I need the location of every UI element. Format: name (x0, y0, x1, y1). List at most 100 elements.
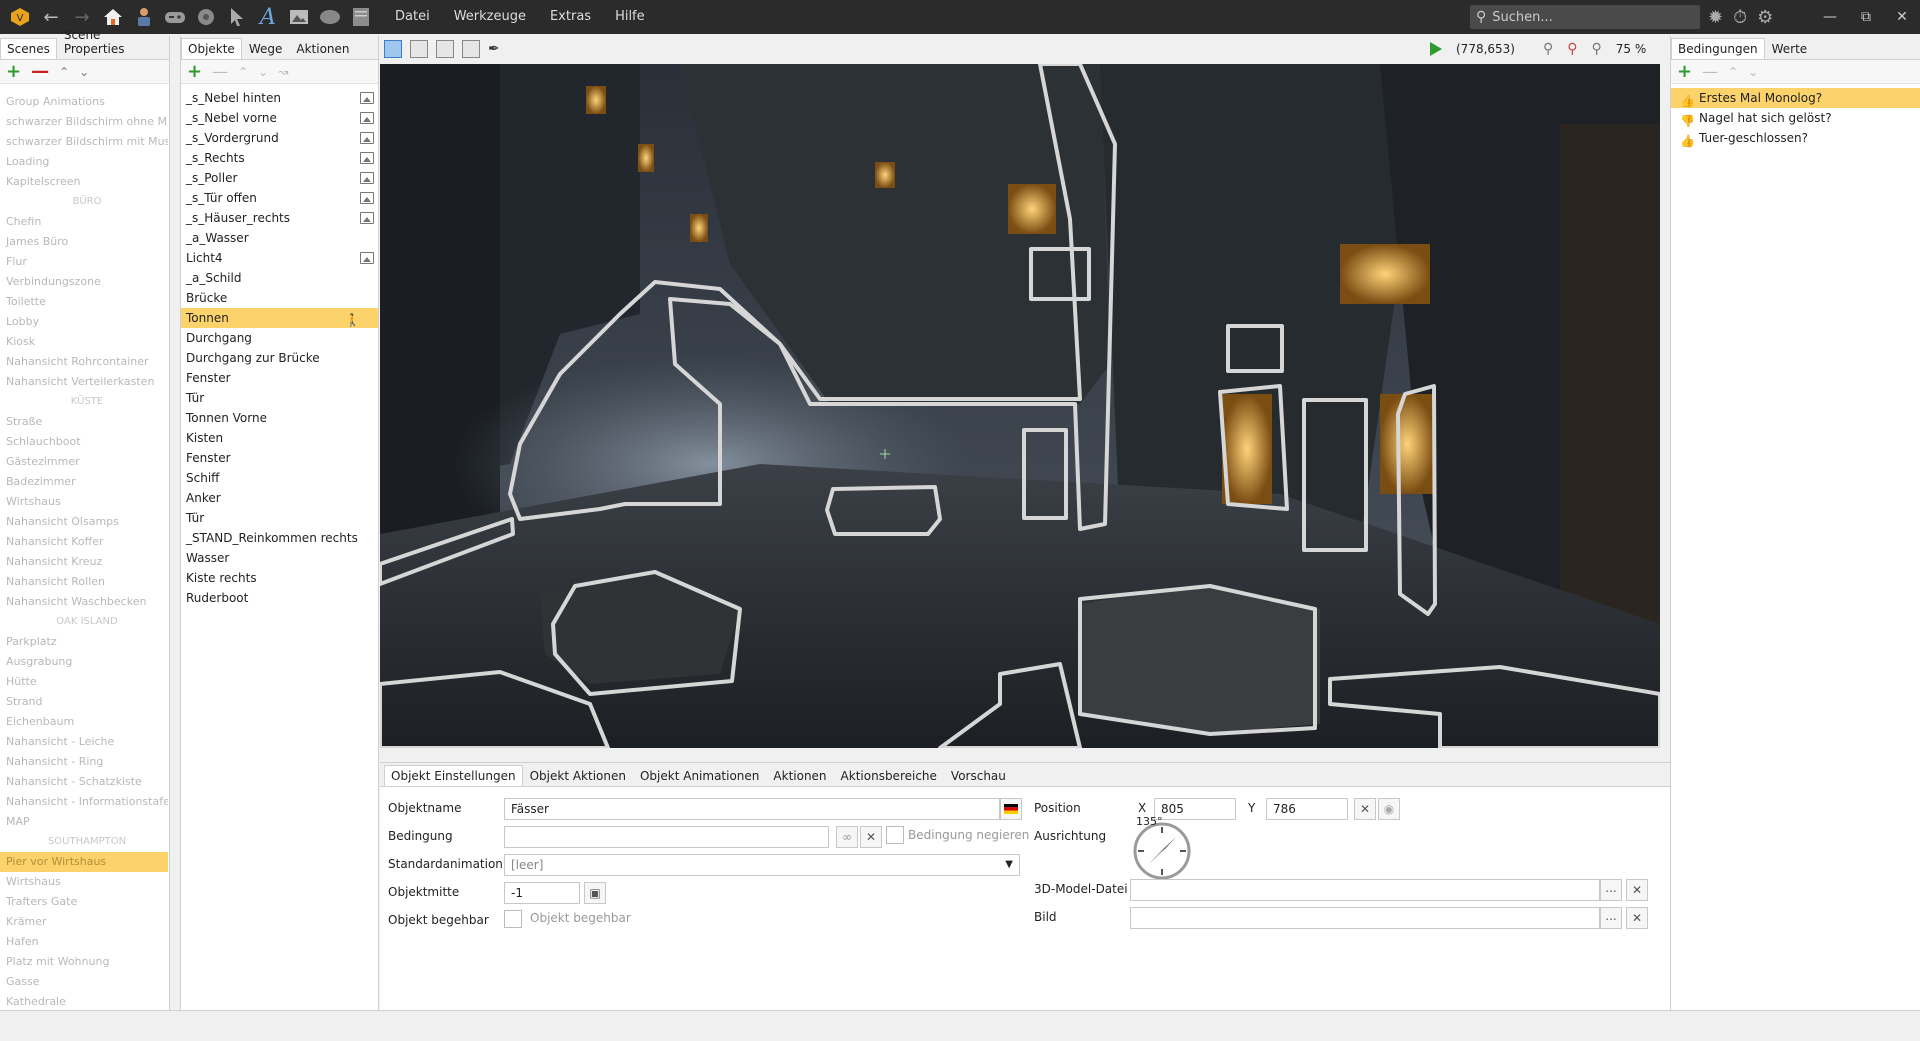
remove-scene-icon[interactable]: — (31, 62, 49, 81)
object-up-icon[interactable]: ⌃ (238, 65, 248, 79)
object-list-item[interactable]: Wasser (181, 548, 378, 568)
scene-item[interactable]: Verbindungszone (0, 272, 168, 292)
objektmitte-input[interactable]: -1 (504, 882, 580, 904)
restore-icon[interactable]: ⧉ (1848, 9, 1884, 25)
scene-item[interactable]: Toilette (0, 292, 168, 312)
scene-item[interactable]: Nahansicht - Schatzkiste (0, 772, 168, 792)
object-list-item[interactable]: Fenster (181, 368, 378, 388)
scene-item[interactable]: Nahansicht - Leiche (0, 732, 168, 752)
object-list-item[interactable]: _s_Rechts (181, 148, 378, 168)
condition-up-icon[interactable]: ⌃ (1728, 65, 1738, 79)
objektname-input[interactable]: Fässer (504, 798, 1000, 820)
scene-item[interactable]: MAP (0, 812, 168, 832)
scene-item[interactable]: Nahansicht - Ring (0, 752, 168, 772)
compass-control[interactable]: 135° (1132, 815, 1192, 880)
scene-item[interactable]: James Büro (0, 232, 168, 252)
object-icon[interactable] (194, 5, 218, 29)
bild-input[interactable] (1130, 907, 1600, 929)
close-icon[interactable]: ✕ (1884, 9, 1920, 25)
scene-item[interactable]: Kapitelscreen (0, 172, 168, 192)
model-input[interactable] (1130, 879, 1600, 901)
font-icon[interactable]: A (256, 5, 280, 30)
gear-icon[interactable]: ⚙ (1757, 7, 1773, 28)
object-list-item[interactable]: _s_Nebel vorne (181, 108, 378, 128)
clear-condition-icon[interactable]: ✕ (860, 826, 882, 848)
scene-item[interactable]: Nahansicht Waschbecken (0, 592, 168, 612)
add-object-icon[interactable]: + (187, 62, 202, 81)
minimize-icon[interactable]: — (1812, 9, 1848, 25)
link-condition-icon[interactable]: ∞ (836, 826, 858, 848)
model-browse-button[interactable]: ... (1600, 879, 1622, 901)
move-up-icon[interactable]: ⌃ (59, 65, 69, 79)
scene-item[interactable]: Straße (0, 412, 168, 432)
bild-clear-icon[interactable]: ✕ (1626, 907, 1648, 929)
scene-item[interactable]: Schlauchboot (0, 432, 168, 452)
object-list-item[interactable]: Tür (181, 388, 378, 408)
scene-item[interactable]: Kathedrale (0, 992, 168, 1010)
scene-item[interactable]: Hafen (0, 932, 168, 952)
scene-item[interactable]: Pier vor Wirtshaus (0, 852, 168, 872)
walk-icon[interactable]: 🚶 (345, 310, 360, 330)
standardanimation-select[interactable]: [leer] ▼ (504, 854, 1020, 876)
tab-scenes[interactable]: Scenes (0, 38, 57, 59)
scene-item[interactable]: Group Animations (0, 92, 168, 112)
scene-item[interactable]: Gästezimmer (0, 452, 168, 472)
scene-item[interactable]: Nahansicht Rohrcontainer (0, 352, 168, 372)
object-list-item[interactable]: Schiff (181, 468, 378, 488)
scene-item[interactable]: Nahansicht Verteilerkasten (0, 372, 168, 392)
object-list-item[interactable]: Durchgang (181, 328, 378, 348)
object-down-icon[interactable]: ⌄ (258, 65, 268, 79)
object-list-item[interactable]: _STAND_Reinkommen rechts (181, 528, 378, 548)
tab-werte[interactable]: Werte (1765, 38, 1815, 59)
begehbar-checkbox[interactable] (504, 910, 522, 928)
condition-item[interactable]: 👎 Nagel hat sich gelöst? (1671, 108, 1920, 128)
object-list-item[interactable]: Licht4 (181, 248, 378, 268)
zoom-in-icon[interactable]: ⚲ (1543, 41, 1553, 57)
object-list-item[interactable]: _a_Schild (181, 268, 378, 288)
move-down-icon[interactable]: ⌄ (79, 65, 89, 79)
document-icon[interactable] (349, 5, 373, 29)
scene-image[interactable] (380, 64, 1660, 748)
scene-canvas[interactable] (380, 64, 1660, 748)
flag-de-icon[interactable] (1000, 798, 1022, 820)
image-tool-icon[interactable] (436, 40, 454, 58)
scene-item[interactable]: Platz mit Wohnung (0, 952, 168, 972)
cursor-icon[interactable] (225, 5, 249, 29)
scene-item[interactable]: Strand (0, 692, 168, 712)
position-y-input[interactable]: 786 (1266, 798, 1348, 820)
tab-scene-properties[interactable]: Scene Properties (57, 24, 169, 59)
object-list-item[interactable]: Kiste rechts (181, 568, 378, 588)
link-icon[interactable]: ↝ (278, 65, 288, 79)
scene-item[interactable]: Krämer (0, 912, 168, 932)
thumbs-up-icon[interactable]: 👍 (1680, 131, 1695, 151)
tab-vorschau[interactable]: Vorschau (944, 765, 1013, 786)
search-box[interactable]: ⚲ Suchen... (1470, 5, 1700, 29)
object-list-item[interactable]: Durchgang zur Brücke (181, 348, 378, 368)
scene-item[interactable]: Lobby (0, 312, 168, 332)
pick-center-icon[interactable]: ▣ (584, 882, 606, 904)
tab-aktionen[interactable]: Aktionen (289, 38, 356, 59)
scene-item[interactable]: Kiosk (0, 332, 168, 352)
scene-item[interactable]: Ausgrabung (0, 652, 168, 672)
bild-browse-button[interactable]: ... (1600, 907, 1622, 929)
tab-aktionsbereiche[interactable]: Aktionsbereiche (834, 765, 944, 786)
clear-position-icon[interactable]: ✕ (1354, 798, 1376, 820)
object-list-item[interactable]: Anker (181, 488, 378, 508)
scene-item[interactable]: schwarzer Bildschirm ohne M (0, 112, 168, 132)
scene-item[interactable]: Flur (0, 252, 168, 272)
move-tool-icon[interactable] (410, 40, 428, 58)
scene-item[interactable]: Eichenbaum (0, 712, 168, 732)
tab-wege[interactable]: Wege (242, 38, 290, 59)
tab-aktionen-bottom[interactable]: Aktionen (766, 765, 833, 786)
tab-objekt-einstellungen[interactable]: Objekt Einstellungen (384, 765, 523, 786)
scene-item[interactable]: Nahansicht Rollen (0, 572, 168, 592)
scene-item[interactable]: Nahansicht Olsamps (0, 512, 168, 532)
bedingung-negieren-checkbox[interactable] (886, 826, 904, 844)
image-icon[interactable] (287, 5, 311, 29)
scene-item[interactable]: Wirtshaus (0, 492, 168, 512)
select-tool-icon[interactable] (384, 40, 402, 58)
bug-icon[interactable]: ✹ (1708, 7, 1723, 28)
position-x-input[interactable]: 805 (1154, 798, 1236, 820)
zoom-reset-icon[interactable]: ⚲ (1567, 41, 1577, 57)
scene-item[interactable]: Gasse (0, 972, 168, 992)
